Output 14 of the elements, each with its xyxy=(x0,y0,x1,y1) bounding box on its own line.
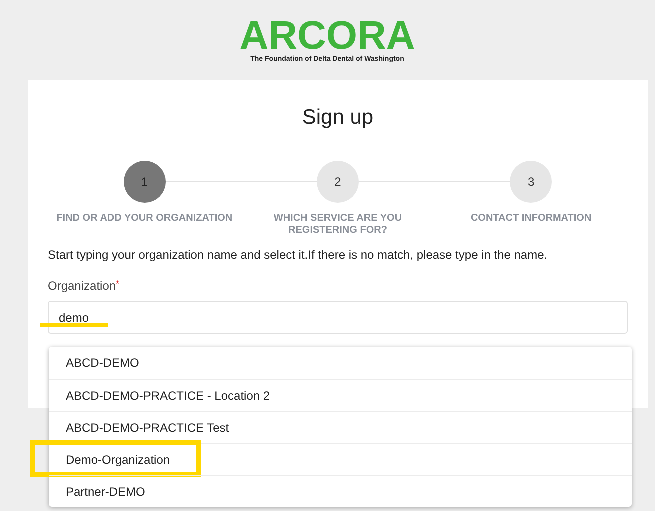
required-asterisk: * xyxy=(116,279,120,291)
logo-wordmark: ARCORA xyxy=(240,18,416,54)
dropdown-option[interactable]: Partner-DEMO xyxy=(49,475,632,507)
page-title: Sign up xyxy=(302,105,374,131)
instructions: Start typing your organization name and select it.If there is no match, please type in the name. xyxy=(48,247,549,263)
step-label: FIND OR ADD YOUR ORGANIZATION xyxy=(56,213,234,225)
dropdown-option[interactable]: ABCD-DEMO xyxy=(49,347,632,379)
field-label: Organization xyxy=(48,279,116,293)
organization-field[interactable]: demo xyxy=(48,301,628,334)
step-label: CONTACT INFORMATION xyxy=(470,213,593,225)
dropdown-option[interactable]: ABCD-DEMO-PRACTICE Test xyxy=(49,411,632,443)
dropdown-option[interactable]: Demo-Organization xyxy=(49,443,632,475)
dropdown-option[interactable]: ABCD-DEMO-PRACTICE - Location 2 xyxy=(49,379,632,411)
step-label: WHICH SERVICE ARE YOU REGISTERING FOR? xyxy=(272,213,404,237)
